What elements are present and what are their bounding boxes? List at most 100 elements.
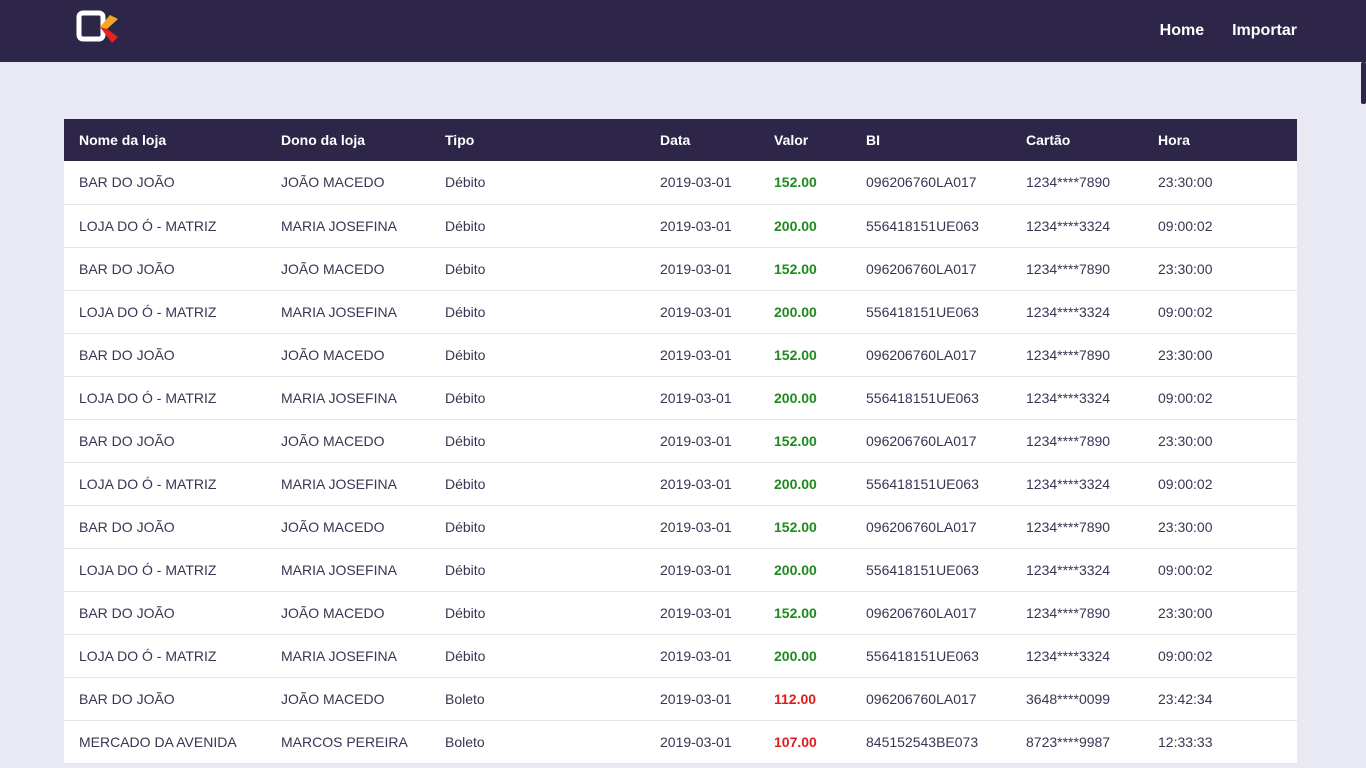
table-row[interactable]: BAR DO JOÃO JOÃO MACEDO Boleto 2019-03-01 11… — [64, 677, 1297, 720]
cell-value: 200.00 — [774, 217, 817, 234]
cell-store-owner: MARIA JOSEFINA — [281, 303, 397, 320]
cell-bi: 096206760LA017 — [866, 174, 977, 191]
cell-store-name: BAR DO JOÃO — [79, 346, 175, 363]
table-row[interactable]: BAR DO JOÃO JOÃO MACEDO Débito 2019-03-01 15… — [64, 505, 1297, 548]
cell-store-owner: MARIA JOSEFINA — [281, 389, 397, 406]
cell-store-owner: MARIA JOSEFINA — [281, 217, 397, 234]
table-header-row: Nome da loja Dono da loja Tipo Data Valo… — [64, 119, 1297, 161]
table-row[interactable]: LOJA DO Ó - MATRIZ MARIA JOSEFINA Débito 20… — [64, 204, 1297, 247]
cell-store-owner: MARIA JOSEFINA — [281, 561, 397, 578]
cell-bi: 845152543BE073 — [866, 733, 979, 750]
cell-time: 23:30:00 — [1158, 346, 1213, 363]
cell-store-name: LOJA DO Ó - MATRIZ — [79, 303, 217, 320]
cell-date: 2019-03-01 — [660, 389, 732, 406]
cell-type: Débito — [445, 432, 486, 449]
cell-store-owner: JOÃO MACEDO — [281, 174, 385, 191]
cell-store-owner: JOÃO MACEDO — [281, 518, 385, 535]
cell-time: 09:00:02 — [1158, 647, 1213, 664]
transactions-table-container: Nome da loja Dono da loja Tipo Data Valo… — [64, 119, 1297, 764]
cell-card: 1234****3324 — [1026, 647, 1111, 664]
table-row[interactable]: BAR DO JOÃO JOÃO MACEDO Débito 2019-03-01 15… — [64, 333, 1297, 376]
cell-type: Boleto — [445, 690, 485, 707]
cell-type: Débito — [445, 475, 486, 492]
cell-card: 1234****7890 — [1026, 174, 1111, 191]
cell-date: 2019-03-01 — [660, 604, 732, 621]
cell-type: Débito — [445, 647, 486, 664]
cell-store-owner: MARCOS PEREIRA — [281, 733, 408, 750]
column-header-type: Tipo — [445, 132, 475, 148]
cell-type: Débito — [445, 217, 486, 234]
nav-link-import[interactable]: Importar — [1232, 22, 1297, 40]
cell-bi: 556418151UE063 — [866, 389, 979, 406]
cell-date: 2019-03-01 — [660, 475, 732, 492]
cell-time: 23:30:00 — [1158, 518, 1213, 535]
table-row[interactable]: BAR DO JOÃO JOÃO MACEDO Débito 2019-03-01 15… — [64, 591, 1297, 634]
cell-card: 1234****3324 — [1026, 561, 1111, 578]
cell-value: 152.00 — [774, 346, 817, 363]
cell-value: 152.00 — [774, 518, 817, 535]
cell-time: 23:30:00 — [1158, 260, 1213, 277]
cell-type: Débito — [445, 174, 486, 191]
cell-store-name: BAR DO JOÃO — [79, 432, 175, 449]
cell-value: 200.00 — [774, 475, 817, 492]
cell-time: 23:30:00 — [1158, 432, 1213, 449]
column-header-bi: BI — [866, 132, 880, 148]
cell-store-name: MERCADO DA AVENIDA — [79, 733, 237, 750]
table-row[interactable]: BAR DO JOÃO JOÃO MACEDO Débito 2019-03-01 15… — [64, 247, 1297, 290]
cell-date: 2019-03-01 — [660, 174, 732, 191]
nav-links: Home Importar — [1160, 0, 1297, 62]
cell-store-name: BAR DO JOÃO — [79, 604, 175, 621]
cell-value: 200.00 — [774, 389, 817, 406]
cell-type: Débito — [445, 303, 486, 320]
column-header-store-owner: Dono da loja — [281, 132, 365, 148]
cell-store-name: LOJA DO Ó - MATRIZ — [79, 475, 217, 492]
cell-store-owner: JOÃO MACEDO — [281, 690, 385, 707]
cell-time: 23:30:00 — [1158, 604, 1213, 621]
cell-date: 2019-03-01 — [660, 561, 732, 578]
table-row[interactable]: LOJA DO Ó - MATRIZ MARIA JOSEFINA Débito 20… — [64, 548, 1297, 591]
vertical-scrollbar-thumb[interactable] — [1361, 62, 1366, 104]
cell-time: 12:33:33 — [1158, 733, 1213, 750]
cell-store-owner: JOÃO MACEDO — [281, 260, 385, 277]
table-row[interactable]: BAR DO JOÃO JOÃO MACEDO Débito 2019-03-01 15… — [64, 419, 1297, 462]
cell-bi: 556418151UE063 — [866, 561, 979, 578]
table-header: Nome da loja Dono da loja Tipo Data Valo… — [64, 119, 1297, 161]
table-row[interactable]: LOJA DO Ó - MATRIZ MARIA JOSEFINA Débito 20… — [64, 376, 1297, 419]
cell-store-name: LOJA DO Ó - MATRIZ — [79, 647, 217, 664]
cell-value: 152.00 — [774, 260, 817, 277]
cell-time: 09:00:02 — [1158, 303, 1213, 320]
table-row[interactable]: BAR DO JOÃO JOÃO MACEDO Débito 2019-03-01 15… — [64, 161, 1297, 204]
cell-bi: 096206760LA017 — [866, 518, 977, 535]
brand-logo-icon[interactable] — [76, 10, 120, 44]
table-row[interactable]: LOJA DO Ó - MATRIZ MARIA JOSEFINA Débito 20… — [64, 462, 1297, 505]
cell-type: Débito — [445, 604, 486, 621]
cell-type: Boleto — [445, 733, 485, 750]
cell-card: 1234****3324 — [1026, 303, 1111, 320]
cell-time: 09:00:02 — [1158, 389, 1213, 406]
cell-card: 1234****7890 — [1026, 260, 1111, 277]
cell-value: 112.00 — [774, 690, 817, 707]
cell-bi: 556418151UE063 — [866, 217, 979, 234]
cell-date: 2019-03-01 — [660, 217, 732, 234]
table-row[interactable]: LOJA DO Ó - MATRIZ MARIA JOSEFINA Débito 20… — [64, 634, 1297, 677]
cell-store-name: BAR DO JOÃO — [79, 690, 175, 707]
cell-date: 2019-03-01 — [660, 690, 732, 707]
cell-store-name: LOJA DO Ó - MATRIZ — [79, 217, 217, 234]
cell-type: Débito — [445, 518, 486, 535]
table-row[interactable]: MERCADO DA AVENIDA MARCOS PEREIRA Boleto 20… — [64, 720, 1297, 763]
cell-bi: 096206760LA017 — [866, 432, 977, 449]
cell-type: Débito — [445, 389, 486, 406]
cell-bi: 556418151UE063 — [866, 303, 979, 320]
cell-card: 3648****0099 — [1026, 690, 1111, 707]
cell-card: 1234****3324 — [1026, 217, 1111, 234]
cell-card: 1234****3324 — [1026, 475, 1111, 492]
cell-date: 2019-03-01 — [660, 733, 732, 750]
cell-bi: 556418151UE063 — [866, 647, 979, 664]
nav-link-home[interactable]: Home — [1160, 22, 1204, 40]
cell-time: 23:42:34 — [1158, 690, 1213, 707]
cell-time: 09:00:02 — [1158, 217, 1213, 234]
table-row[interactable]: LOJA DO Ó - MATRIZ MARIA JOSEFINA Débito 20… — [64, 290, 1297, 333]
cell-type: Débito — [445, 346, 486, 363]
cell-value: 152.00 — [774, 432, 817, 449]
cell-value: 152.00 — [774, 604, 817, 621]
